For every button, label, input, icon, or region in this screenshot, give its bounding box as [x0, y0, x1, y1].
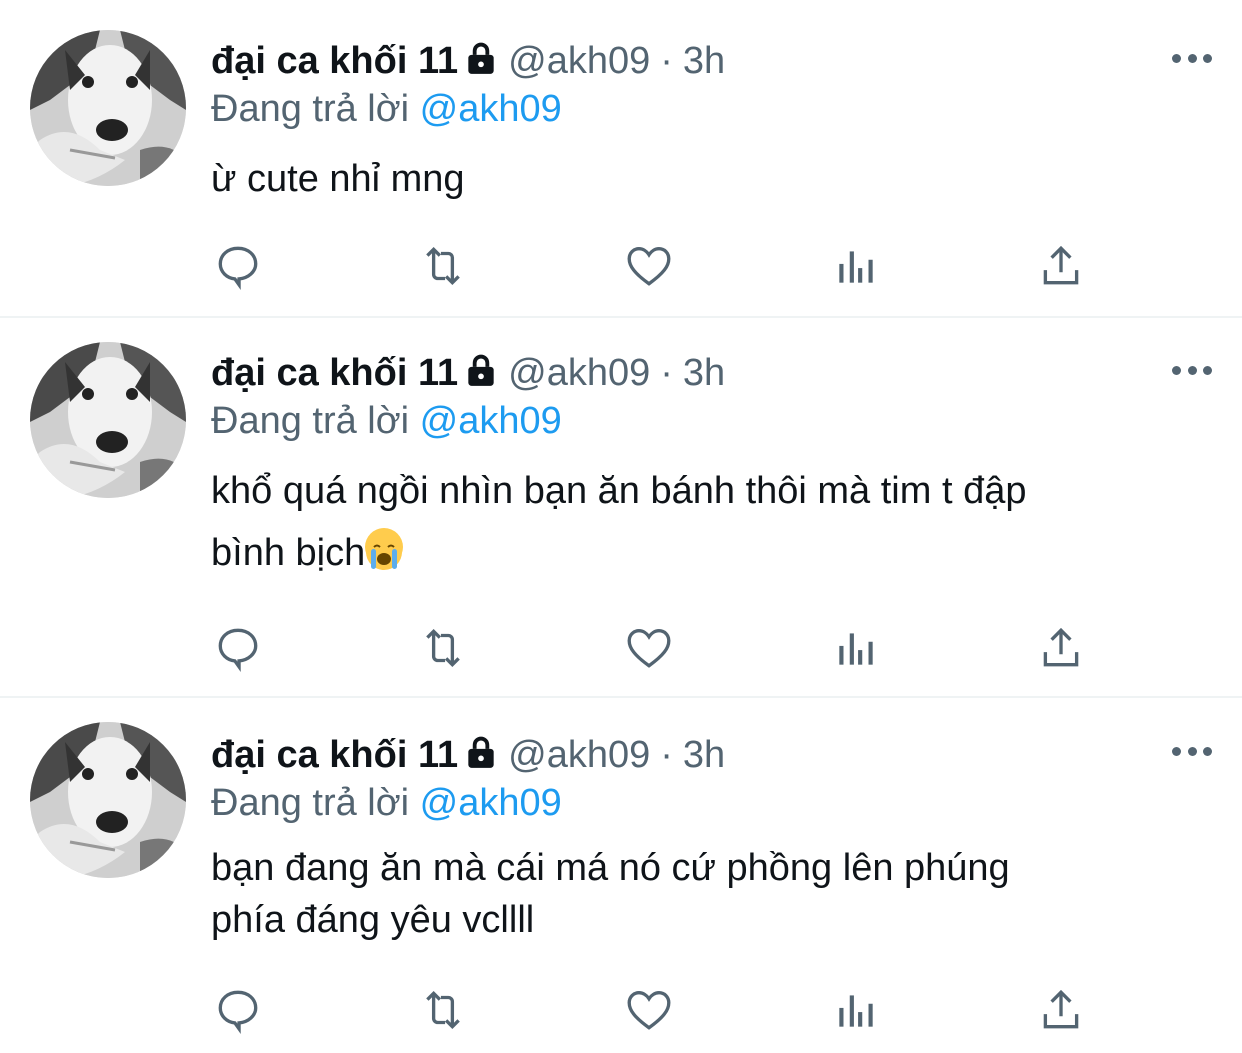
heart-icon [627, 991, 671, 1030]
replying-to: Đang trả lời @akh09 [211, 84, 562, 134]
retweet-icon [426, 990, 460, 1030]
timestamp[interactable]: 3h [683, 40, 725, 82]
views-icon [839, 995, 873, 1027]
action-bar [0, 982, 1242, 1042]
reply-icon [218, 990, 258, 1034]
heart-icon [627, 629, 671, 668]
author-handle[interactable]: @akh09 [508, 352, 650, 394]
lock-icon [462, 39, 500, 90]
author-handle[interactable]: @akh09 [508, 40, 650, 82]
tweet-1[interactable]: đại ca khối 11 @akh09 · 3h Đang trả lời @ak… [0, 0, 1242, 316]
like-button[interactable] [621, 238, 677, 294]
share-button[interactable] [1033, 982, 1089, 1038]
crying-face-emoji [365, 528, 404, 570]
tweet-text-line2: phía đáng yêu vcllll [211, 899, 535, 941]
share-icon [1043, 627, 1079, 667]
retweet-button[interactable] [415, 620, 471, 676]
lock-icon [462, 733, 500, 784]
share-button[interactable] [1033, 238, 1089, 294]
tweet-text: ừ cute nhỉ mng [211, 148, 1201, 210]
share-icon [1043, 245, 1079, 285]
heart-icon [627, 247, 671, 286]
reply-button[interactable] [210, 620, 266, 676]
reply-icon [218, 246, 258, 290]
author-name[interactable]: đại ca khối 11 [211, 352, 458, 394]
more-button[interactable] [1172, 741, 1212, 761]
tweet-text: khổ quá ngồi nhìn bạn ăn bánh thôi mà ti… [211, 460, 1201, 584]
views-button[interactable] [828, 982, 884, 1038]
views-icon [839, 633, 873, 665]
tweet-header: đại ca khối 11 @akh09 · 3h [211, 348, 725, 398]
tweet-text-line1: khổ quá ngồi nhìn bạn ăn bánh thôi mà ti… [211, 470, 1027, 512]
replying-to: Đang trả lời @akh09 [211, 396, 562, 446]
author-handle[interactable]: @akh09 [508, 734, 650, 776]
views-icon [839, 251, 873, 283]
views-button[interactable] [828, 238, 884, 294]
timestamp[interactable]: 3h [683, 352, 725, 394]
mention-link[interactable]: @akh09 [420, 400, 562, 442]
share-icon [1043, 989, 1079, 1029]
avatar[interactable] [30, 30, 186, 186]
mention-link[interactable]: @akh09 [420, 88, 562, 130]
replying-prefix: Đang trả lời [211, 88, 410, 130]
timestamp[interactable]: 3h [683, 734, 725, 776]
retweet-button[interactable] [415, 982, 471, 1038]
action-bar [0, 238, 1242, 298]
mention-link[interactable]: @akh09 [420, 782, 562, 824]
share-button[interactable] [1033, 620, 1089, 676]
retweet-icon [426, 246, 460, 286]
more-button[interactable] [1172, 48, 1212, 68]
retweet-icon [426, 628, 460, 668]
replying-prefix: Đang trả lời [211, 782, 410, 824]
tweet-text-line1: ừ cute nhỉ mng [211, 158, 465, 200]
avatar[interactable] [30, 342, 186, 498]
like-button[interactable] [621, 982, 677, 1038]
reply-button[interactable] [210, 982, 266, 1038]
more-icon [1172, 365, 1181, 375]
tweet-3[interactable]: đại ca khối 11 @akh09 · 3h Đang trả lời @ak… [0, 698, 1242, 1053]
more-icon [1172, 53, 1181, 63]
author-name[interactable]: đại ca khối 11 [211, 734, 458, 776]
tweet-text-line1: bạn đang ăn mà cái má nó cứ phồng lên ph… [211, 847, 1010, 889]
more-icon [1172, 746, 1181, 756]
lock-icon [462, 351, 500, 402]
tweet-header: đại ca khối 11 @akh09 · 3h [211, 730, 725, 780]
like-button[interactable] [621, 620, 677, 676]
author-name[interactable]: đại ca khối 11 [211, 40, 458, 82]
views-button[interactable] [828, 620, 884, 676]
reply-icon [218, 628, 258, 672]
tweet-2[interactable]: đại ca khối 11 @akh09 · 3h Đang trả lời @ak… [0, 318, 1242, 696]
action-bar [0, 620, 1242, 680]
replying-prefix: Đang trả lời [211, 400, 410, 442]
tweet-header: đại ca khối 11 @akh09 · 3h [211, 36, 725, 86]
avatar[interactable] [30, 722, 186, 878]
tweet-text-line2: bình bịch [211, 532, 366, 574]
reply-button[interactable] [210, 238, 266, 294]
separator: · [660, 40, 673, 82]
separator: · [660, 734, 673, 776]
replying-to: Đang trả lời @akh09 [211, 778, 562, 828]
separator: · [660, 352, 673, 394]
tweet-text: bạn đang ăn mà cái má nó cứ phồng lên ph… [211, 842, 1201, 946]
more-button[interactable] [1172, 360, 1212, 380]
retweet-button[interactable] [415, 238, 471, 294]
